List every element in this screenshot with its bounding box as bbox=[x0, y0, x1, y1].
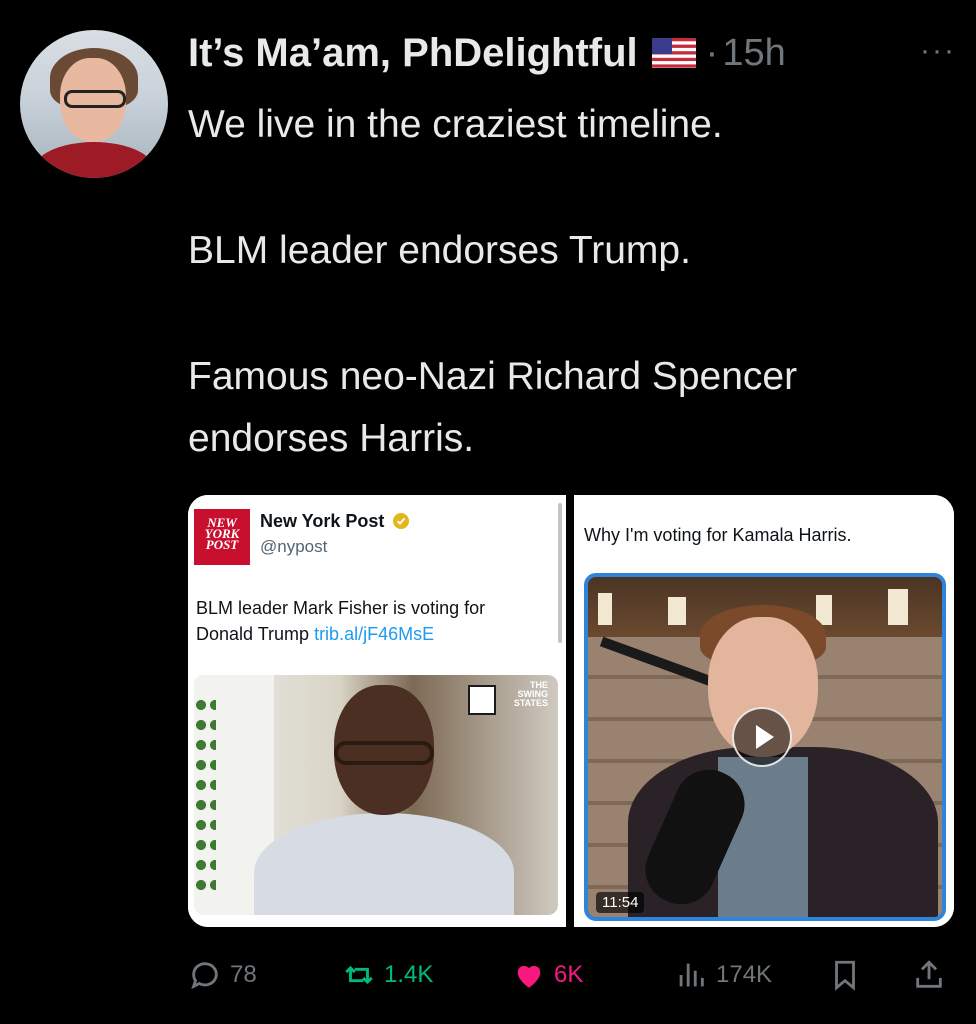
author-display-name[interactable]: It’s Ma’am, PhDelightful bbox=[188, 31, 638, 76]
tweet-actions: 78 1.4K 6K 174K bbox=[188, 950, 958, 1000]
embedded-author-handle: @nypost bbox=[260, 537, 328, 556]
nypost-logo: NEW YORK POST bbox=[194, 509, 250, 565]
tweet-line-3: Famous neo-Nazi Richard Spencer bbox=[188, 355, 798, 398]
reply-icon bbox=[191, 962, 218, 990]
bookmark-icon bbox=[835, 960, 855, 991]
avatar-shirt bbox=[32, 142, 156, 178]
video-caption: Why I'm voting for Kamala Harris. bbox=[584, 525, 852, 545]
scrollbar bbox=[558, 503, 562, 643]
heart-icon bbox=[517, 965, 541, 988]
like-count: 6K bbox=[554, 961, 584, 988]
tweet-line-4: endorses Harris. bbox=[188, 417, 475, 460]
media-divider bbox=[566, 495, 574, 927]
more-options-icon[interactable]: ··· bbox=[920, 34, 956, 68]
like-button[interactable]: 6K bbox=[512, 950, 583, 1000]
embedded-link: trib.al/jF46MsE bbox=[314, 624, 435, 644]
views-icon bbox=[679, 963, 704, 987]
media-video-right[interactable]: Why I'm voting for Kamala Harris. 11:54 bbox=[574, 495, 954, 927]
views-button[interactable]: 174K bbox=[674, 950, 772, 1000]
play-icon[interactable] bbox=[732, 707, 792, 767]
tweet-media[interactable]: NEW YORK POST New York Post @nypost BLM … bbox=[188, 495, 954, 927]
avatar-glasses bbox=[64, 90, 126, 108]
tweet-line-1: We live in the craziest timeline. bbox=[188, 103, 723, 146]
embedded-author-name: New York Post bbox=[260, 511, 410, 532]
header-separator: · bbox=[705, 31, 719, 74]
us-flag-icon bbox=[651, 38, 696, 68]
tweet-body: We live in the craziest timeline. BLM le… bbox=[188, 94, 958, 470]
retweet-button[interactable]: 1.4K bbox=[342, 950, 433, 1000]
share-icon bbox=[916, 960, 942, 988]
video-duration: 11:54 bbox=[596, 892, 645, 913]
verified-badge-icon bbox=[393, 513, 410, 529]
tweet-header: It’s Ma’am, PhDelightful · 15h ··· bbox=[188, 28, 956, 78]
reply-button[interactable]: 78 bbox=[188, 950, 257, 1000]
embedded-post-text: BLM leader Mark Fisher is voting for Don… bbox=[196, 598, 486, 644]
share-button[interactable] bbox=[912, 950, 954, 1000]
swing-states-badge: THE SWING STATES bbox=[468, 681, 548, 719]
views-count: 174K bbox=[716, 961, 773, 988]
media-image-left[interactable]: NEW YORK POST New York Post @nypost BLM … bbox=[188, 495, 566, 927]
embedded-photo: THE SWING STATES bbox=[194, 675, 558, 915]
retweet-count: 1.4K bbox=[384, 961, 434, 988]
video-player[interactable]: 11:54 bbox=[584, 573, 946, 921]
reply-count: 78 bbox=[230, 961, 257, 988]
author-avatar[interactable] bbox=[20, 30, 168, 178]
bookmark-button[interactable] bbox=[828, 950, 870, 1000]
retweet-icon bbox=[345, 965, 373, 985]
tweet-timestamp[interactable]: 15h bbox=[722, 32, 785, 75]
tweet-line-2: BLM leader endorses Trump. bbox=[188, 229, 691, 272]
